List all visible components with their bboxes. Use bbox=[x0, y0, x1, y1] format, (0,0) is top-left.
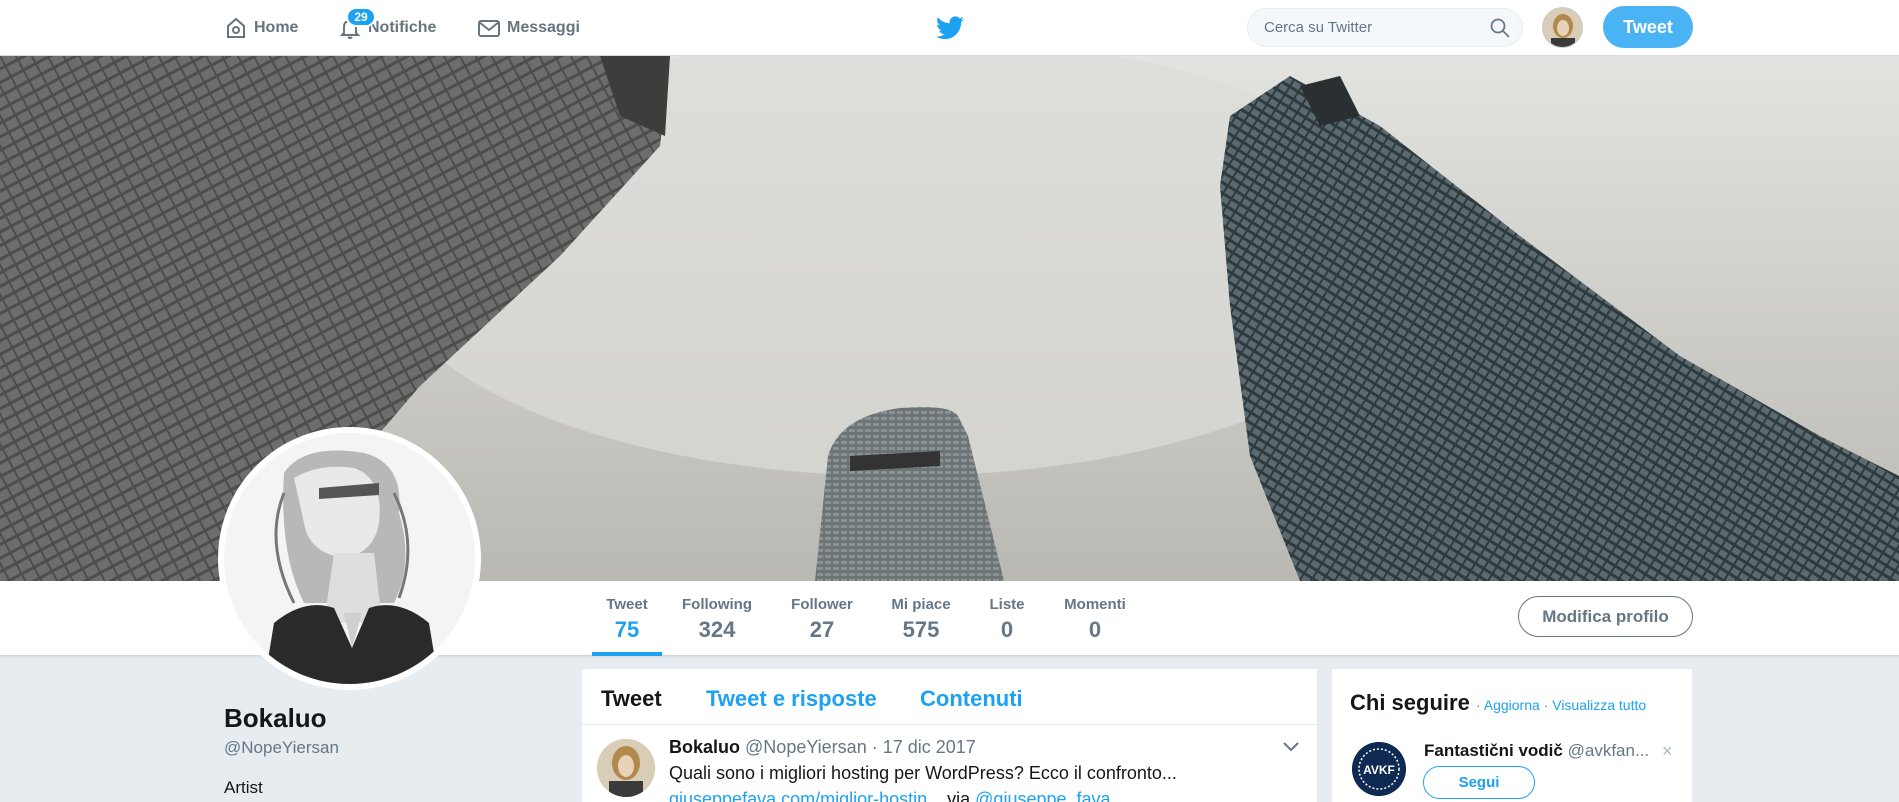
profile-avatar[interactable] bbox=[218, 427, 481, 690]
nav-notifications-label: Notifiche bbox=[368, 19, 437, 36]
separator-dot: · bbox=[1543, 697, 1549, 713]
stat-following-label: Following bbox=[682, 596, 752, 613]
stat-tweets[interactable]: Tweet 75 bbox=[592, 581, 662, 656]
profile-handle[interactable]: @NopeYiersan bbox=[224, 738, 339, 758]
who-to-follow-header: Chi seguire · Aggiorna · Visualizza tutt… bbox=[1350, 690, 1646, 716]
suggestion-logo: AVKF bbox=[1352, 742, 1406, 796]
stat-following[interactable]: Following 324 bbox=[675, 581, 759, 656]
follow-button[interactable]: Segui bbox=[1423, 766, 1535, 799]
stat-likes-label: Mi piace bbox=[891, 596, 951, 613]
nav-notifications[interactable]: 29 Notifiche bbox=[338, 0, 436, 56]
tweet-avatar[interactable] bbox=[597, 739, 655, 797]
stat-tweets-value: 75 bbox=[614, 617, 640, 642]
tweet-header: Bokaluo @NopeYiersan · 17 dic 2017 bbox=[669, 737, 976, 758]
tweet-button[interactable]: Tweet bbox=[1603, 6, 1693, 48]
timeline-tabs: Tweet Tweet e risposte Contenuti bbox=[582, 669, 1317, 725]
home-icon bbox=[227, 17, 245, 38]
search-icon[interactable] bbox=[1490, 18, 1510, 38]
account-avatar[interactable] bbox=[1542, 7, 1583, 48]
profile-bio: Artist bbox=[224, 778, 263, 797]
profile-avatar-image bbox=[224, 433, 475, 684]
tab-tweets-and-replies[interactable]: Tweet e risposte bbox=[706, 686, 877, 712]
stat-lists-value: 0 bbox=[1000, 617, 1014, 642]
tweet-avatar-image bbox=[597, 739, 655, 797]
stat-moments-value: 0 bbox=[1088, 617, 1102, 642]
suggestion-handle: @avkfan... bbox=[1567, 741, 1650, 760]
notifications-badge: 29 bbox=[346, 7, 376, 27]
tab-media[interactable]: Contenuti bbox=[920, 686, 1023, 712]
envelope-icon bbox=[478, 20, 500, 37]
profile-name[interactable]: Bokaluo bbox=[224, 703, 327, 734]
stat-lists-label: Liste bbox=[989, 596, 1025, 613]
nav-messages[interactable]: Messaggi bbox=[477, 0, 580, 56]
twitter-bird-icon[interactable] bbox=[936, 15, 964, 41]
stat-moments[interactable]: Momenti 0 bbox=[1058, 581, 1132, 656]
tweet-text: Quali sono i migliori hosting per WordPr… bbox=[669, 763, 1177, 783]
chevron-down-icon[interactable] bbox=[1282, 741, 1300, 753]
stat-followers[interactable]: Follower 27 bbox=[786, 581, 858, 656]
tweet-link[interactable]: giuseppefava.com/miglior-hostin... bbox=[669, 789, 942, 802]
nav-home[interactable]: Home bbox=[224, 0, 298, 56]
tweet-author-name[interactable]: Bokaluo bbox=[669, 737, 740, 757]
suggestion-identity[interactable]: Fantastični vodič @avkfan... bbox=[1424, 741, 1649, 761]
nav-home-label: Home bbox=[254, 19, 299, 36]
stat-followers-label: Follower bbox=[791, 596, 853, 613]
refresh-link[interactable]: Aggiorna bbox=[1484, 697, 1540, 713]
stat-following-value: 324 bbox=[698, 617, 736, 642]
timeline: Tweet Tweet e risposte Contenuti Bokaluo… bbox=[582, 669, 1317, 802]
view-all-link[interactable]: Visualizza tutto bbox=[1552, 697, 1646, 713]
stat-likes[interactable]: Mi piace 575 bbox=[886, 581, 956, 656]
search-input[interactable] bbox=[1248, 9, 1468, 46]
who-to-follow-title: Chi seguire bbox=[1350, 690, 1470, 715]
tab-tweets[interactable]: Tweet bbox=[601, 686, 662, 712]
close-icon[interactable]: × bbox=[1662, 741, 1673, 762]
edit-profile-button[interactable]: Modifica profilo bbox=[1518, 596, 1693, 637]
search-box[interactable] bbox=[1247, 8, 1523, 47]
stat-moments-label: Momenti bbox=[1064, 596, 1126, 613]
stat-lists[interactable]: Liste 0 bbox=[985, 581, 1029, 656]
tweet-handle-date[interactable]: @NopeYiersan · 17 dic 2017 bbox=[745, 737, 976, 757]
avatar-image bbox=[1543, 8, 1582, 47]
tweet-link-line: giuseppefava.com/miglior-hostin... via @… bbox=[669, 789, 1111, 802]
stat-likes-value: 575 bbox=[902, 617, 940, 642]
suggestion-logo-text: AVKF bbox=[1363, 763, 1395, 777]
top-navigation-bar: Home 29 Notifiche Messaggi Tweet bbox=[0, 0, 1899, 56]
suggestion-avatar[interactable]: AVKF bbox=[1352, 742, 1406, 796]
suggestion-name: Fantastični vodič bbox=[1424, 741, 1563, 760]
tweet-via: via bbox=[942, 789, 976, 802]
stat-tweets-label: Tweet bbox=[606, 596, 648, 613]
stat-followers-value: 27 bbox=[809, 617, 835, 642]
separator-dot: · bbox=[1475, 697, 1481, 713]
nav-messages-label: Messaggi bbox=[507, 19, 580, 36]
who-to-follow: Chi seguire · Aggiorna · Visualizza tutt… bbox=[1332, 669, 1692, 802]
tweet-mention[interactable]: @giuseppe_fava bbox=[975, 789, 1110, 802]
